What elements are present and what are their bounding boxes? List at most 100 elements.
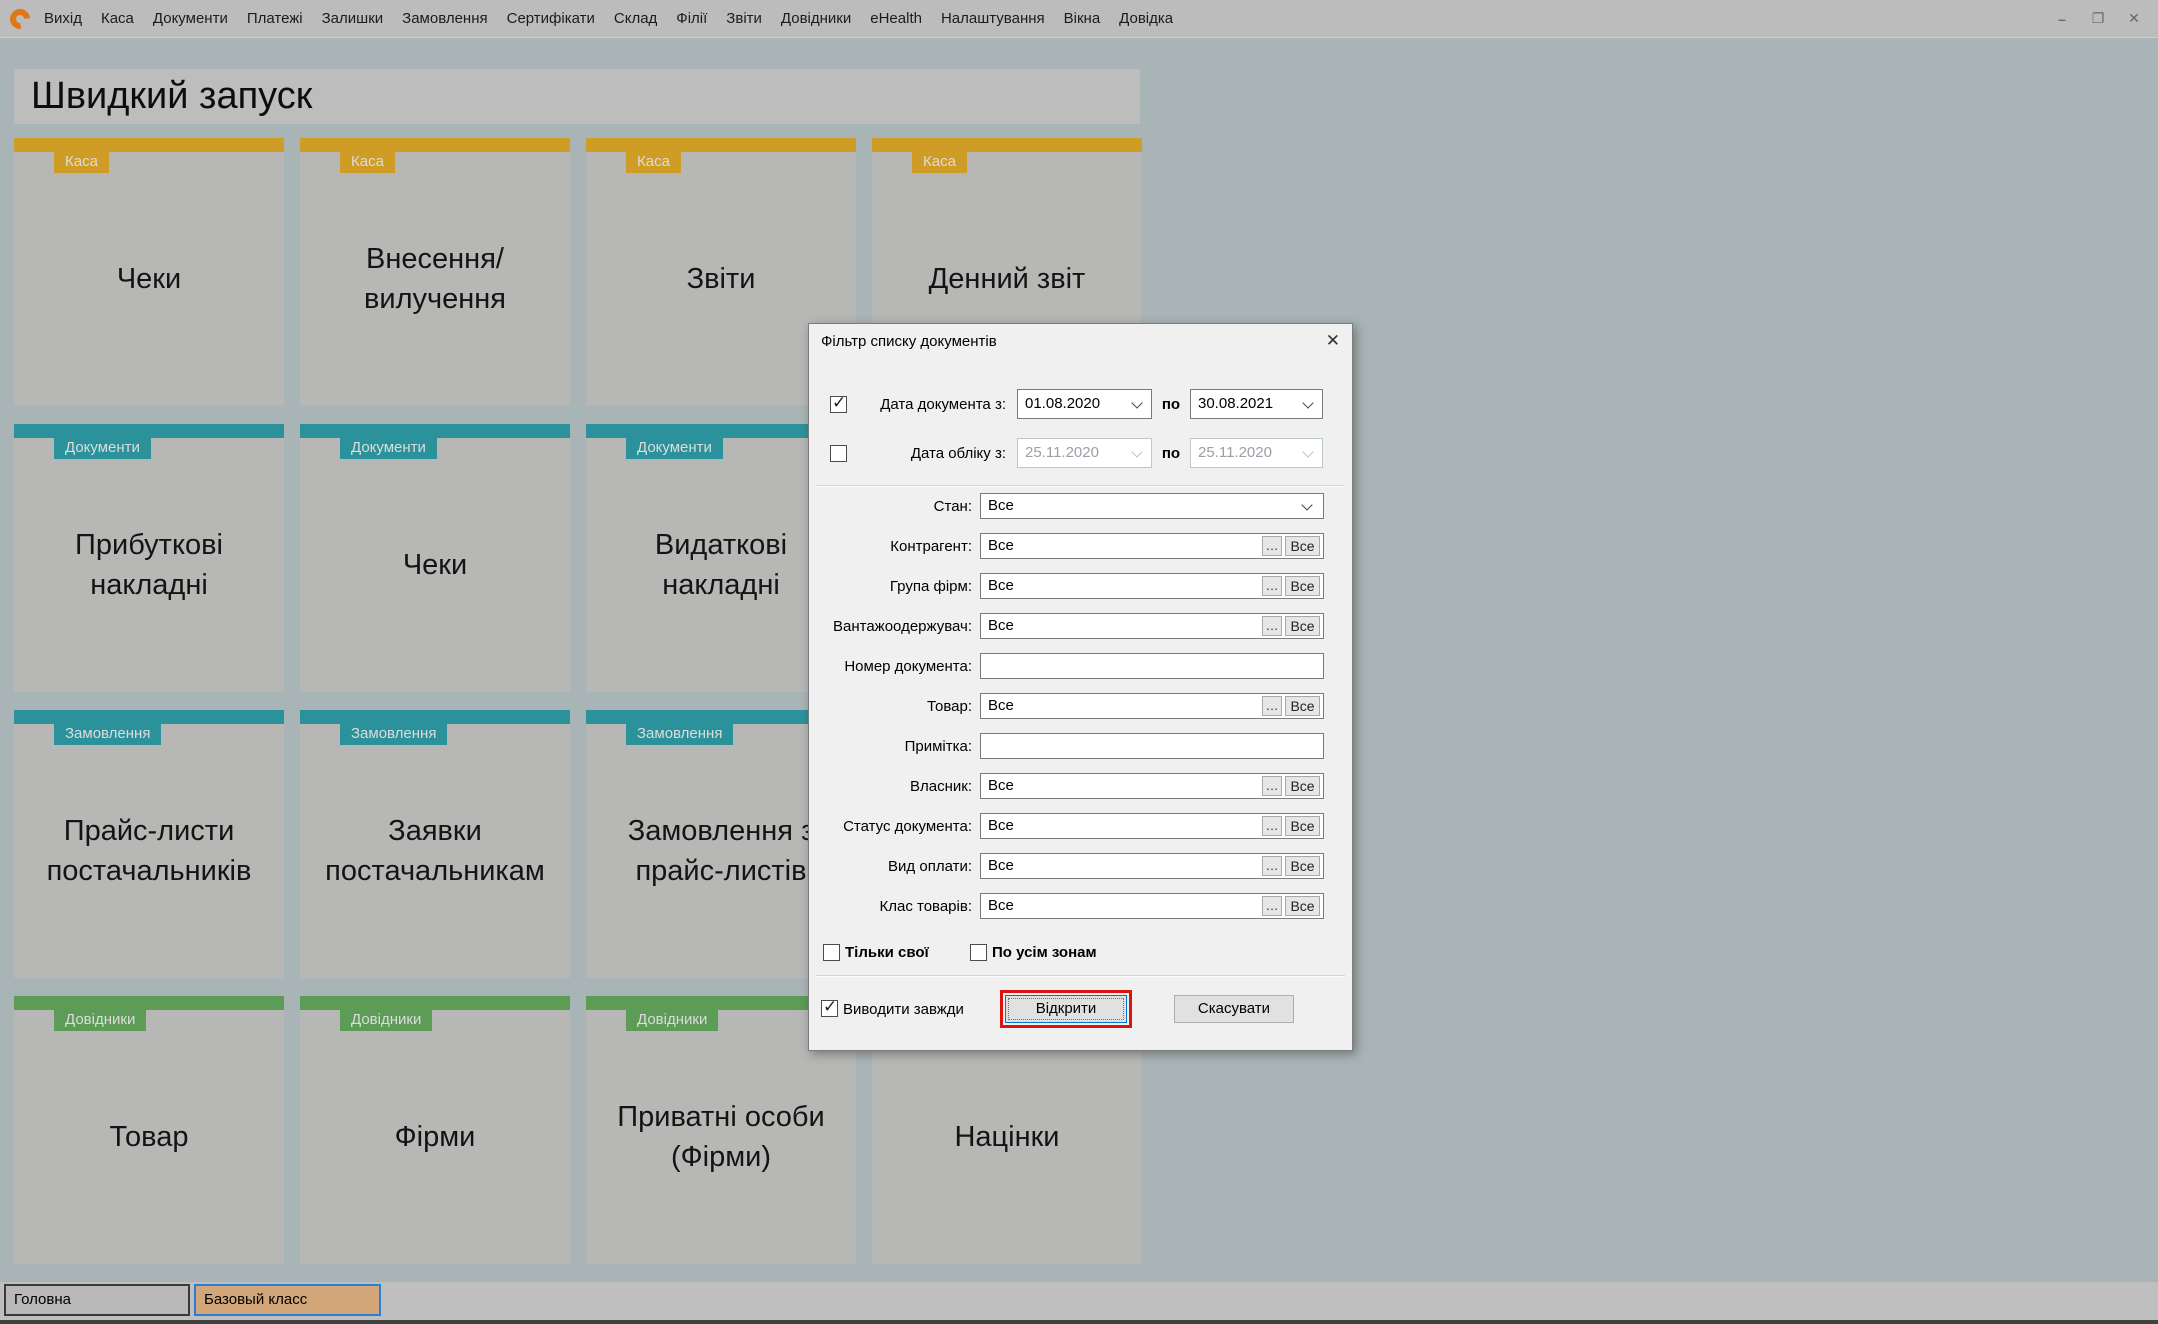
date-to-combobox[interactable]: 30.08.2021 bbox=[1190, 389, 1323, 419]
lookup-all-button[interactable]: Все bbox=[1285, 616, 1320, 636]
tile-товар[interactable]: Довідники Товар bbox=[14, 996, 284, 1264]
tile-внесення-вилучення[interactable]: Каса Внесення/вилучення bbox=[300, 138, 570, 406]
menu-item-1[interactable]: Вихід bbox=[44, 10, 82, 27]
field-lookup-input[interactable]: Все… Все bbox=[980, 693, 1324, 719]
date-from-combobox[interactable]: 01.08.2020 bbox=[1017, 389, 1152, 419]
check-mark-icon: ✓ bbox=[832, 392, 847, 412]
field-lookup-input[interactable]: Все… Все bbox=[980, 853, 1324, 879]
field-text-input[interactable] bbox=[980, 653, 1324, 679]
menu-item-3[interactable]: Документи bbox=[153, 10, 228, 27]
menu-item-11[interactable]: Довідники bbox=[781, 10, 851, 27]
date-row-label: Дата документа з: bbox=[880, 395, 1006, 413]
field-label: Контрагент: bbox=[890, 537, 972, 555]
lookup-all-button[interactable]: Все bbox=[1285, 816, 1320, 836]
always-show-label: Виводити завжди bbox=[843, 1001, 964, 1018]
page-title: Швидкий запуск bbox=[14, 69, 1140, 124]
field-select[interactable]: Все bbox=[980, 493, 1324, 519]
tile-прайс-листи-постачальників[interactable]: Замовлення Прайс-листи постачальників bbox=[14, 710, 284, 978]
restore-icon[interactable]: ❐ bbox=[2088, 10, 2108, 27]
lookup-all-button[interactable]: Все bbox=[1285, 776, 1320, 796]
option-checkbox-row: Тільки свої По усім зонам bbox=[809, 943, 1352, 963]
lookup-all-button[interactable]: Все bbox=[1285, 856, 1320, 876]
field-label: Вантажоодержувач: bbox=[833, 617, 972, 635]
tile-category-strip bbox=[300, 424, 570, 438]
menu-item-5[interactable]: Залишки bbox=[322, 10, 384, 27]
field-label: Товар: bbox=[927, 697, 972, 715]
field-lookup-input[interactable]: Все… Все bbox=[980, 813, 1324, 839]
filter-field-row: Власник: Все… Все bbox=[809, 773, 1352, 799]
filter-dialog: Фільтр списку документів ✕ ✓ Дата докумен… bbox=[808, 323, 1353, 1051]
tab-bazovyi-klass[interactable]: Базовый класс bbox=[194, 1284, 381, 1316]
always-show-checkbox[interactable]: ✓ bbox=[821, 997, 838, 1017]
dialog-close-icon[interactable]: ✕ bbox=[1326, 331, 1340, 351]
menu-item-7[interactable]: Сертифікати bbox=[507, 10, 595, 27]
lookup-all-button[interactable]: Все bbox=[1285, 576, 1320, 596]
filter-field-row: Номер документа: bbox=[809, 653, 1352, 679]
menu-item-10[interactable]: Звіти bbox=[726, 10, 762, 27]
option-checkbox[interactable] bbox=[823, 944, 840, 961]
menu-item-14[interactable]: Вікна bbox=[1064, 10, 1101, 27]
lookup-more-button[interactable]: … bbox=[1262, 776, 1282, 796]
date-row-checkbox[interactable]: ✓ bbox=[830, 392, 847, 413]
field-lookup-input[interactable]: Все… Все bbox=[980, 573, 1324, 599]
lookup-more-button[interactable]: … bbox=[1262, 856, 1282, 876]
open-button[interactable]: Відкрити bbox=[1000, 990, 1132, 1028]
menu-item-12[interactable]: eHealth bbox=[870, 10, 922, 27]
tile-фірми[interactable]: Довідники Фірми bbox=[300, 996, 570, 1264]
field-label: Вид оплати: bbox=[888, 857, 972, 875]
application-window: Вихід Каса Документи Платежі Залишки Замовлен… bbox=[0, 0, 2158, 1324]
lookup-more-button[interactable]: … bbox=[1262, 616, 1282, 636]
field-text-input[interactable] bbox=[980, 733, 1324, 759]
menu-item-4[interactable]: Платежі bbox=[247, 10, 303, 27]
tile-чеки[interactable]: Документи Чеки bbox=[300, 424, 570, 692]
tile-category-strip bbox=[14, 424, 284, 438]
field-label: Стан: bbox=[933, 497, 972, 515]
lookup-more-button[interactable]: … bbox=[1262, 896, 1282, 916]
menu-item-15[interactable]: Довідка bbox=[1119, 10, 1173, 27]
menu-item-2[interactable]: Каса bbox=[101, 10, 134, 27]
window-controls: – ❐ ✕ bbox=[2052, 10, 2144, 27]
lookup-all-button[interactable]: Все bbox=[1285, 536, 1320, 556]
tile-заявки-постачальникам[interactable]: Замовлення Заявки постачальникам bbox=[300, 710, 570, 978]
tile-category-strip bbox=[872, 138, 1142, 152]
status-bar: Головна Базовый класс bbox=[0, 1282, 2158, 1324]
date-filter-row-2: Дата обліку з: 25.11.2020 по 25.11.2020 bbox=[809, 438, 1352, 468]
option-checkbox[interactable] bbox=[970, 944, 987, 961]
tile-category-strip bbox=[300, 996, 570, 1010]
lookup-all-button[interactable]: Все bbox=[1285, 696, 1320, 716]
menu-item-8[interactable]: Склад bbox=[614, 10, 657, 27]
minimize-icon[interactable]: – bbox=[2052, 11, 2072, 27]
field-lookup-input[interactable]: Все… Все bbox=[980, 613, 1324, 639]
lookup-more-button[interactable]: … bbox=[1262, 816, 1282, 836]
tile-category-strip bbox=[300, 710, 570, 724]
lookup-more-button[interactable]: … bbox=[1262, 536, 1282, 556]
field-lookup-input[interactable]: Все… Все bbox=[980, 533, 1324, 559]
tile-прибуткові-накладні[interactable]: Документи Прибуткові накладні bbox=[14, 424, 284, 692]
tile-category-strip bbox=[14, 996, 284, 1010]
date-row-checkbox[interactable] bbox=[830, 444, 847, 462]
menu-item-6[interactable]: Замовлення bbox=[402, 10, 487, 27]
dialog-title: Фільтр списку документів bbox=[821, 333, 997, 350]
tile-category-strip bbox=[14, 138, 284, 152]
lookup-all-button[interactable]: Все bbox=[1285, 896, 1320, 916]
dialog-titlebar: Фільтр списку документів ✕ bbox=[809, 324, 1352, 360]
field-lookup-input[interactable]: Все… Все bbox=[980, 773, 1324, 799]
lookup-more-button[interactable]: … bbox=[1262, 696, 1282, 716]
date-conjunction-label: по bbox=[1161, 395, 1181, 413]
field-label: Власник: bbox=[910, 777, 972, 795]
tile-label: Товар bbox=[109, 1120, 189, 1153]
field-lookup-input[interactable]: Все… Все bbox=[980, 893, 1324, 919]
cancel-button[interactable]: Скасувати bbox=[1174, 995, 1294, 1023]
tile-category-strip bbox=[14, 710, 284, 724]
menu-item-9[interactable]: Філії bbox=[676, 10, 707, 27]
chevron-down-icon bbox=[1301, 499, 1313, 511]
filter-field-row: Вид оплати: Все… Все bbox=[809, 853, 1352, 879]
date-from-combobox[interactable]: 25.11.2020 bbox=[1017, 438, 1152, 468]
lookup-more-button[interactable]: … bbox=[1262, 576, 1282, 596]
date-to-combobox[interactable]: 25.11.2020 bbox=[1190, 438, 1323, 468]
menu-item-13[interactable]: Налаштування bbox=[941, 10, 1045, 27]
close-icon[interactable]: ✕ bbox=[2124, 10, 2144, 27]
tab-holovna[interactable]: Головна bbox=[4, 1284, 190, 1316]
separator bbox=[816, 975, 1345, 977]
tile-чеки[interactable]: Каса Чеки bbox=[14, 138, 284, 406]
